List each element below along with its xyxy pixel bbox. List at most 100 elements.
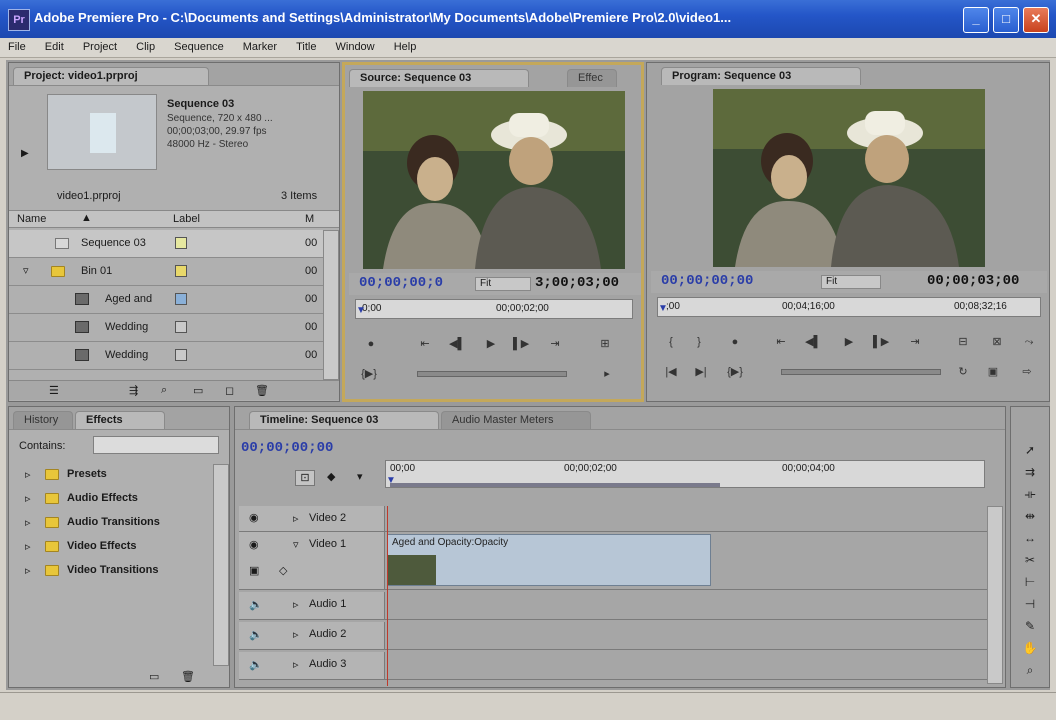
menu-marker[interactable]: Marker xyxy=(235,38,285,53)
expand-triangle-icon[interactable]: ▹ xyxy=(25,564,31,577)
menu-project[interactable]: Project xyxy=(75,38,125,53)
playhead-icon[interactable]: ▼ xyxy=(658,303,668,314)
tab-project[interactable]: Project: video1.prproj xyxy=(13,67,209,85)
label-swatch[interactable] xyxy=(175,293,187,305)
set-marker-icon[interactable]: ◆ xyxy=(327,470,335,483)
go-to-out-icon[interactable]: ⇥ xyxy=(907,335,923,349)
menu-clip[interactable]: Clip xyxy=(128,38,163,53)
shuttle-slider[interactable] xyxy=(781,369,941,375)
tab-effect-controls[interactable]: Effec xyxy=(567,69,617,87)
tree-item-audio-effects[interactable]: ▹ Audio Effects xyxy=(17,488,213,510)
rate-stretch-tool[interactable]: ↔ xyxy=(1019,529,1041,547)
tab-history[interactable]: History xyxy=(13,411,73,429)
list-item[interactable]: Sequence 03 00 xyxy=(9,230,323,258)
step-forward-icon[interactable]: ▌▶ xyxy=(873,335,889,349)
go-to-out-icon[interactable]: ⇥ xyxy=(547,337,563,351)
program-fit-dropdown[interactable]: Fit xyxy=(821,275,881,289)
tree-item-video-effects[interactable]: ▹ Video Effects xyxy=(17,536,213,558)
trim-icon[interactable]: ⤳ xyxy=(1021,335,1037,349)
shuttle-slider[interactable] xyxy=(417,371,567,377)
tree-item-audio-transitions[interactable]: ▹ Audio Transitions xyxy=(17,512,213,534)
menu-sequence[interactable]: Sequence xyxy=(166,38,232,53)
work-area-bar[interactable] xyxy=(390,483,720,487)
expand-triangle-icon[interactable]: ▹ xyxy=(25,540,31,553)
program-timecode-in[interactable]: 00;00;00;00 xyxy=(661,273,753,289)
track-select-tool[interactable]: ⇉ xyxy=(1019,463,1041,481)
menu-help[interactable]: Help xyxy=(386,38,425,53)
source-ruler[interactable]: 0;00 00;00;02;00 ▼ xyxy=(355,299,633,319)
speaker-icon[interactable]: 🔈 xyxy=(249,658,263,671)
selection-tool[interactable]: ➚ xyxy=(1019,441,1041,459)
go-to-next-edit-icon[interactable]: ▶| xyxy=(693,365,709,379)
insert-icon[interactable]: ⊞ xyxy=(597,337,613,351)
list-item[interactable]: ▿ Bin 01 00 xyxy=(9,258,323,286)
overlay-icon[interactable]: ▸ xyxy=(599,367,615,381)
output-icon[interactable]: ⇨ xyxy=(1019,365,1035,379)
eye-icon[interactable]: ◉ xyxy=(249,538,259,551)
project-scrollbar[interactable] xyxy=(323,230,339,380)
label-swatch[interactable] xyxy=(175,349,187,361)
set-in-icon[interactable]: ● xyxy=(363,337,379,351)
zoom-tool[interactable]: ⌕ xyxy=(1019,661,1041,679)
menu-window[interactable]: Window xyxy=(328,38,383,53)
go-to-in-icon[interactable]: ⇤ xyxy=(417,337,433,351)
collapse-triangle-icon[interactable]: ▹ xyxy=(293,658,299,671)
timeline-ruler[interactable]: 00;00 00;00;02;00 00;00;04;00 ▼ xyxy=(385,460,985,488)
razor-tool[interactable]: ✂ xyxy=(1019,551,1041,569)
add-marker-icon[interactable]: ▾ xyxy=(357,470,363,483)
collapse-triangle-icon[interactable]: ▹ xyxy=(293,512,299,525)
lift-icon[interactable]: ⊟ xyxy=(955,335,971,349)
step-back-icon[interactable]: ◀▌ xyxy=(449,337,465,351)
list-item[interactable]: Wedding 00 xyxy=(9,342,323,370)
tab-program[interactable]: Program: Sequence 03 xyxy=(661,67,861,85)
pen-tool[interactable]: ✎ xyxy=(1019,617,1041,635)
source-timecode-in[interactable]: 00;00;00;0 xyxy=(359,275,443,291)
maximize-button[interactable]: □ xyxy=(993,7,1019,33)
new-item-icon[interactable]: ◻ xyxy=(225,384,234,397)
tree-item-presets[interactable]: ▹ Presets xyxy=(17,464,213,486)
display-style-icon[interactable]: ▣ xyxy=(249,564,259,577)
menu-title[interactable]: Title xyxy=(288,38,324,53)
go-to-previous-edit-icon[interactable]: |◀ xyxy=(663,365,679,379)
program-ruler[interactable]: ;00 00;04;16;00 00;08;32;16 ▼ xyxy=(657,297,1041,317)
collapse-triangle-icon[interactable]: ▹ xyxy=(293,598,299,611)
step-back-icon[interactable]: ◀▌ xyxy=(805,335,821,349)
extract-icon[interactable]: ⊠ xyxy=(989,335,1005,349)
menu-file[interactable]: File xyxy=(0,38,34,53)
label-swatch[interactable] xyxy=(175,265,187,277)
tab-source[interactable]: Source: Sequence 03 xyxy=(349,69,529,87)
clear-icon[interactable]: 🗑 xyxy=(255,384,269,397)
effects-search-input[interactable] xyxy=(93,436,219,454)
set-out-icon[interactable]: } xyxy=(691,335,707,349)
list-view-icon[interactable]: ☰ xyxy=(49,384,59,397)
delete-icon[interactable]: 🗑 xyxy=(181,670,195,683)
minimize-button[interactable]: _ xyxy=(963,7,989,33)
step-forward-icon[interactable]: ▌▶ xyxy=(513,337,529,351)
playhead-icon[interactable]: ▼ xyxy=(356,305,366,316)
slip-tool[interactable]: ⊢ xyxy=(1019,573,1041,591)
expand-triangle-icon[interactable]: ▿ xyxy=(293,538,299,551)
timeline-timecode[interactable]: 00;00;00;00 xyxy=(241,440,333,456)
ripple-edit-tool[interactable]: ⟛ xyxy=(1019,485,1041,503)
loop-icon[interactable]: ↻ xyxy=(955,365,971,379)
label-swatch[interactable] xyxy=(175,321,187,333)
expand-triangle-icon[interactable]: ▹ xyxy=(25,468,31,481)
speaker-icon[interactable]: 🔈 xyxy=(249,628,263,641)
keyframe-icon[interactable]: ◇ xyxy=(279,564,287,577)
new-custom-bin-icon[interactable]: ▭ xyxy=(149,670,159,683)
col-name[interactable]: Name xyxy=(17,213,46,225)
safe-margins-icon[interactable]: ▣ xyxy=(985,365,1001,379)
expand-triangle-icon[interactable]: ▹ xyxy=(25,516,31,529)
menu-edit[interactable]: Edit xyxy=(37,38,72,53)
list-item[interactable]: Aged and 00 xyxy=(9,286,323,314)
timeline-scrollbar[interactable] xyxy=(987,506,1003,684)
list-item[interactable]: Wedding 00 xyxy=(9,314,323,342)
play-thumbnail-icon[interactable]: ▶ xyxy=(21,148,29,159)
find-icon[interactable]: ⌕ xyxy=(161,384,167,397)
eye-icon[interactable]: ◉ xyxy=(249,511,259,524)
set-in-icon[interactable]: { xyxy=(663,335,679,349)
source-fit-dropdown[interactable]: Fit xyxy=(475,277,531,291)
tab-effects[interactable]: Effects xyxy=(75,411,165,429)
expand-triangle-icon[interactable]: ▹ xyxy=(25,492,31,505)
col-label[interactable]: Label xyxy=(173,213,200,225)
